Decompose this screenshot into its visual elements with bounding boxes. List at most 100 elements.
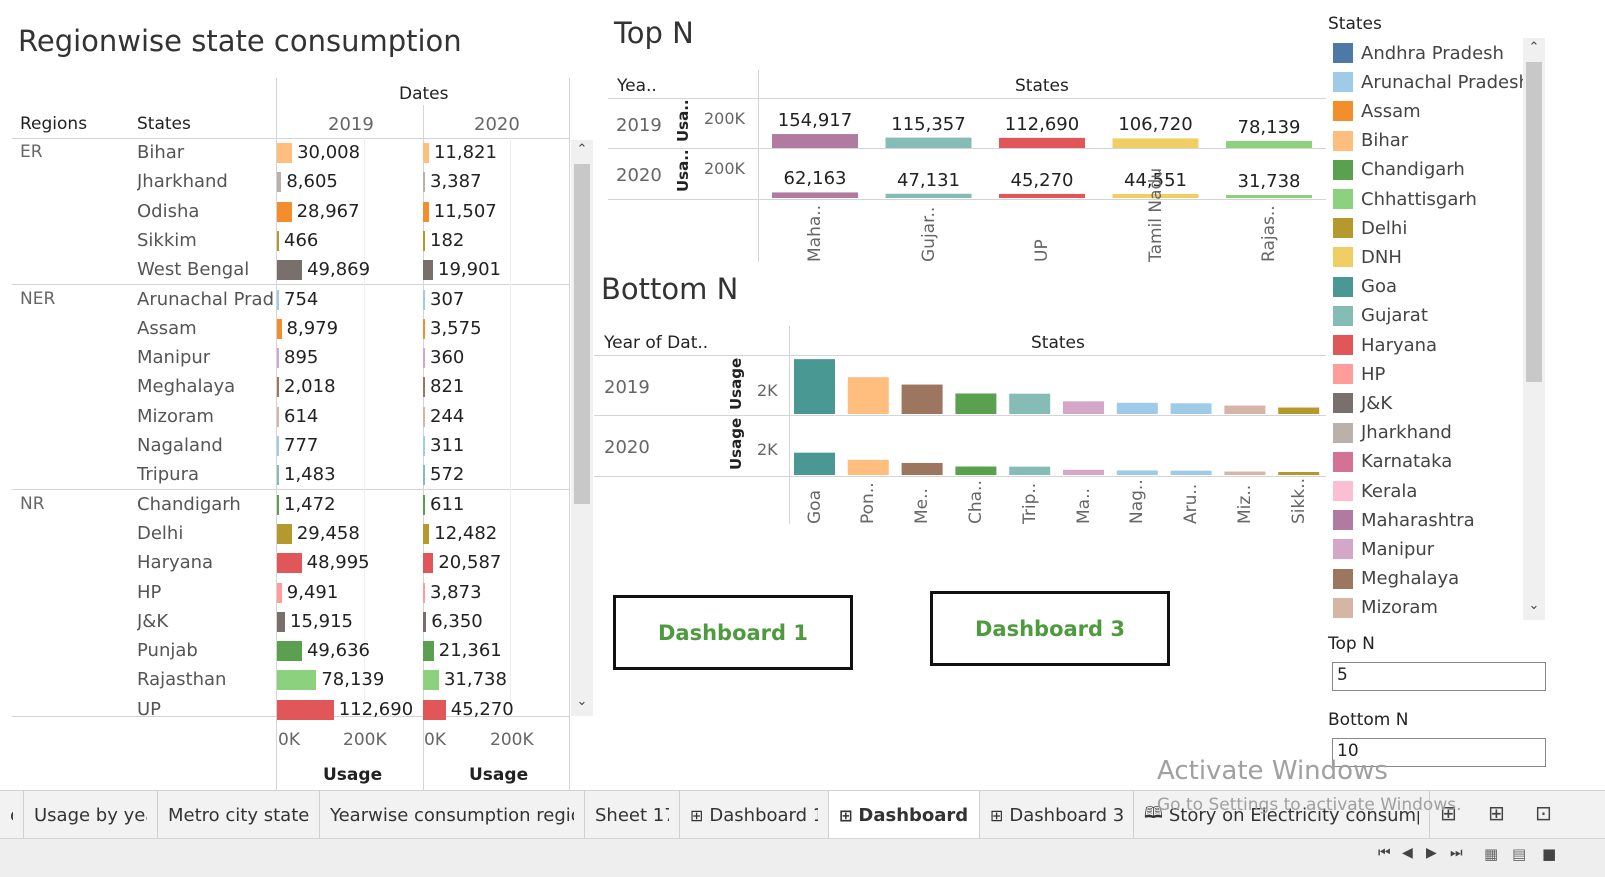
sheet-tab-label: Dashboard 3 — [1009, 804, 1123, 826]
legend-scroll-thumb[interactable] — [1526, 62, 1542, 382]
legend-scroll-up-icon[interactable]: ⌃ — [1523, 40, 1545, 55]
tabs-view-icon[interactable]: ■ — [1542, 845, 1556, 863]
sheet-tab[interactable]: Sheet 17 — [585, 791, 680, 839]
legend-label: Karnataka — [1361, 451, 1453, 473]
legend-item[interactable]: HP — [1333, 360, 1385, 388]
legend-label: Bihar — [1361, 130, 1409, 152]
legend-item[interactable]: Gujarat — [1333, 302, 1428, 330]
sheet-tab[interactable]: e — [0, 791, 24, 839]
legend-label: Delhi — [1361, 217, 1408, 239]
legend-item[interactable]: Arunachal Pradesh — [1333, 68, 1530, 96]
legend-swatch — [1333, 539, 1353, 560]
legend-item[interactable]: Jharkhand — [1333, 419, 1452, 447]
legend-item[interactable]: Haryana — [1333, 331, 1437, 359]
legend-item[interactable]: Goa — [1333, 273, 1397, 301]
legend-swatch — [1333, 335, 1353, 355]
bottom-n-state-label: Miz.. — [1234, 484, 1255, 524]
legend-label: Andhra Pradesh — [1361, 42, 1504, 64]
legend-swatch — [1333, 189, 1353, 209]
bottom-n-bar-2020[interactable] — [1063, 469, 1104, 475]
legend-swatch — [1333, 422, 1353, 443]
legend-item[interactable]: Assam — [1333, 97, 1421, 125]
sheet-tab[interactable]: ⊞Dashboard 2 — [829, 791, 980, 839]
legend-item[interactable]: J&K — [1333, 389, 1392, 417]
legend-label: HP — [1361, 363, 1386, 385]
bottom-n-bar-2020[interactable] — [1170, 470, 1212, 475]
legend-item[interactable]: Chhattisgarh — [1333, 185, 1477, 213]
legend-item[interactable]: Maharashtra — [1333, 506, 1475, 534]
bottom-n-bar-2019[interactable] — [847, 377, 889, 414]
bottom-n-bar-2020[interactable] — [1224, 471, 1266, 475]
next-sheet-icon[interactable]: ▶ — [1426, 845, 1437, 861]
sheet-tab[interactable]: ⊞ Dashboard 1 — [680, 791, 829, 839]
bottom-n-bar-2020[interactable] — [1278, 472, 1320, 475]
sheet-tab[interactable]: ⊞ Dashboard 3 — [980, 791, 1134, 839]
legend-swatch — [1333, 218, 1353, 239]
prev-sheet-icon[interactable]: ◀ — [1402, 845, 1413, 861]
legend-item[interactable]: Kerala — [1333, 477, 1417, 505]
legend-scrollbar[interactable]: ⌃ ⌄ — [1523, 38, 1545, 620]
top-n-param-label: Top N — [1328, 634, 1375, 654]
dashboard-1-button[interactable]: Dashboard 1 — [613, 595, 853, 670]
bottom-n-param-label: Bottom N — [1328, 710, 1409, 730]
legend-item[interactable]: Manipur — [1333, 535, 1434, 563]
legend-swatch — [1333, 159, 1353, 180]
legend-item[interactable]: Karnataka — [1333, 448, 1452, 476]
bottom-n-bar-2020[interactable] — [794, 452, 835, 475]
legend-label: Maharashtra — [1361, 509, 1475, 531]
legend-label: Meghalaya — [1361, 568, 1460, 590]
new-dashboard-icon[interactable]: ⊞ — [1488, 801, 1505, 825]
last-sheet-icon[interactable]: ⏭ — [1450, 845, 1463, 861]
bottom-n-state-label: Nag.. — [1127, 479, 1148, 524]
legend-item[interactable]: DNH — [1333, 243, 1402, 271]
legend-scroll-down-icon[interactable]: ⌄ — [1523, 598, 1545, 613]
legend-swatch — [1333, 305, 1353, 326]
bottom-n-bar-2020[interactable] — [1009, 466, 1051, 475]
legend-swatch — [1333, 247, 1353, 268]
bottom-n-state-label: Cha.. — [965, 480, 986, 524]
bottom-n-bar-2020[interactable] — [901, 462, 943, 475]
bottom-n-bar-2019[interactable] — [955, 393, 997, 414]
sheet-tab[interactable]: Metro city states — [158, 791, 320, 839]
bottom-n-bar-2019[interactable] — [1063, 401, 1104, 414]
bottom-n-bar-2019[interactable] — [1278, 407, 1320, 414]
bottom-n-bar-2019[interactable] — [1009, 393, 1051, 414]
legend-swatch — [1333, 568, 1353, 589]
bottom-n-state-label: Pon.. — [858, 482, 879, 524]
bottom-n-bar-2019[interactable] — [1224, 405, 1266, 414]
filmstrip-view-icon[interactable]: ▤ — [1512, 845, 1526, 863]
first-sheet-icon[interactable]: ⏮ — [1378, 845, 1391, 861]
legend-swatch — [1333, 393, 1353, 414]
bottom-n-bar-2020[interactable] — [955, 466, 997, 475]
bottom-n-bar-2019[interactable] — [1116, 402, 1158, 414]
new-story-icon[interactable]: ⊡ — [1535, 801, 1552, 825]
bottom-n-bar-2020[interactable] — [847, 459, 889, 475]
legend-item[interactable]: Mizoram — [1333, 594, 1438, 622]
bottom-n-bar-2019[interactable] — [901, 384, 943, 414]
bottom-n-state-label: Sikk.. — [1288, 477, 1309, 524]
legend-item[interactable]: Andhra Pradesh — [1333, 39, 1504, 67]
sheet-tab[interactable]: Yearwise consumption region — [320, 791, 585, 839]
bottom-n-state-label: Trip.. — [1019, 482, 1040, 524]
sheet-tab-label: e — [10, 805, 13, 826]
legend-label: Mizoram — [1361, 597, 1438, 619]
legend-swatch — [1333, 597, 1353, 618]
grid-view-icon[interactable]: ▦ — [1484, 845, 1498, 863]
legend-swatch — [1333, 43, 1353, 63]
legend-item[interactable]: Delhi — [1333, 214, 1407, 242]
top-n-param-input[interactable]: 5 — [1332, 662, 1546, 691]
legend-item[interactable]: Meghalaya — [1333, 565, 1459, 593]
bottom-n-bar-2020[interactable] — [1116, 470, 1158, 475]
sheet-tab-label: Yearwise consumption region — [330, 804, 574, 826]
sheet-tab-label: Sheet 17 — [595, 804, 669, 826]
sheet-tab[interactable]: Usage by year — [24, 791, 158, 839]
legend-swatch — [1333, 72, 1353, 93]
bottom-n-state-label: Aru.. — [1181, 483, 1202, 524]
legend-swatch — [1333, 451, 1353, 472]
sheet-tab-label: Dashboard 2 — [858, 804, 969, 826]
bottom-n-bar-2019[interactable] — [1170, 403, 1212, 414]
legend-item[interactable]: Bihar — [1333, 127, 1408, 155]
dashboard-3-button[interactable]: Dashboard 3 — [930, 591, 1170, 666]
legend-item[interactable]: Chandigarh — [1333, 156, 1465, 184]
bottom-n-bar-2019[interactable] — [794, 359, 835, 414]
